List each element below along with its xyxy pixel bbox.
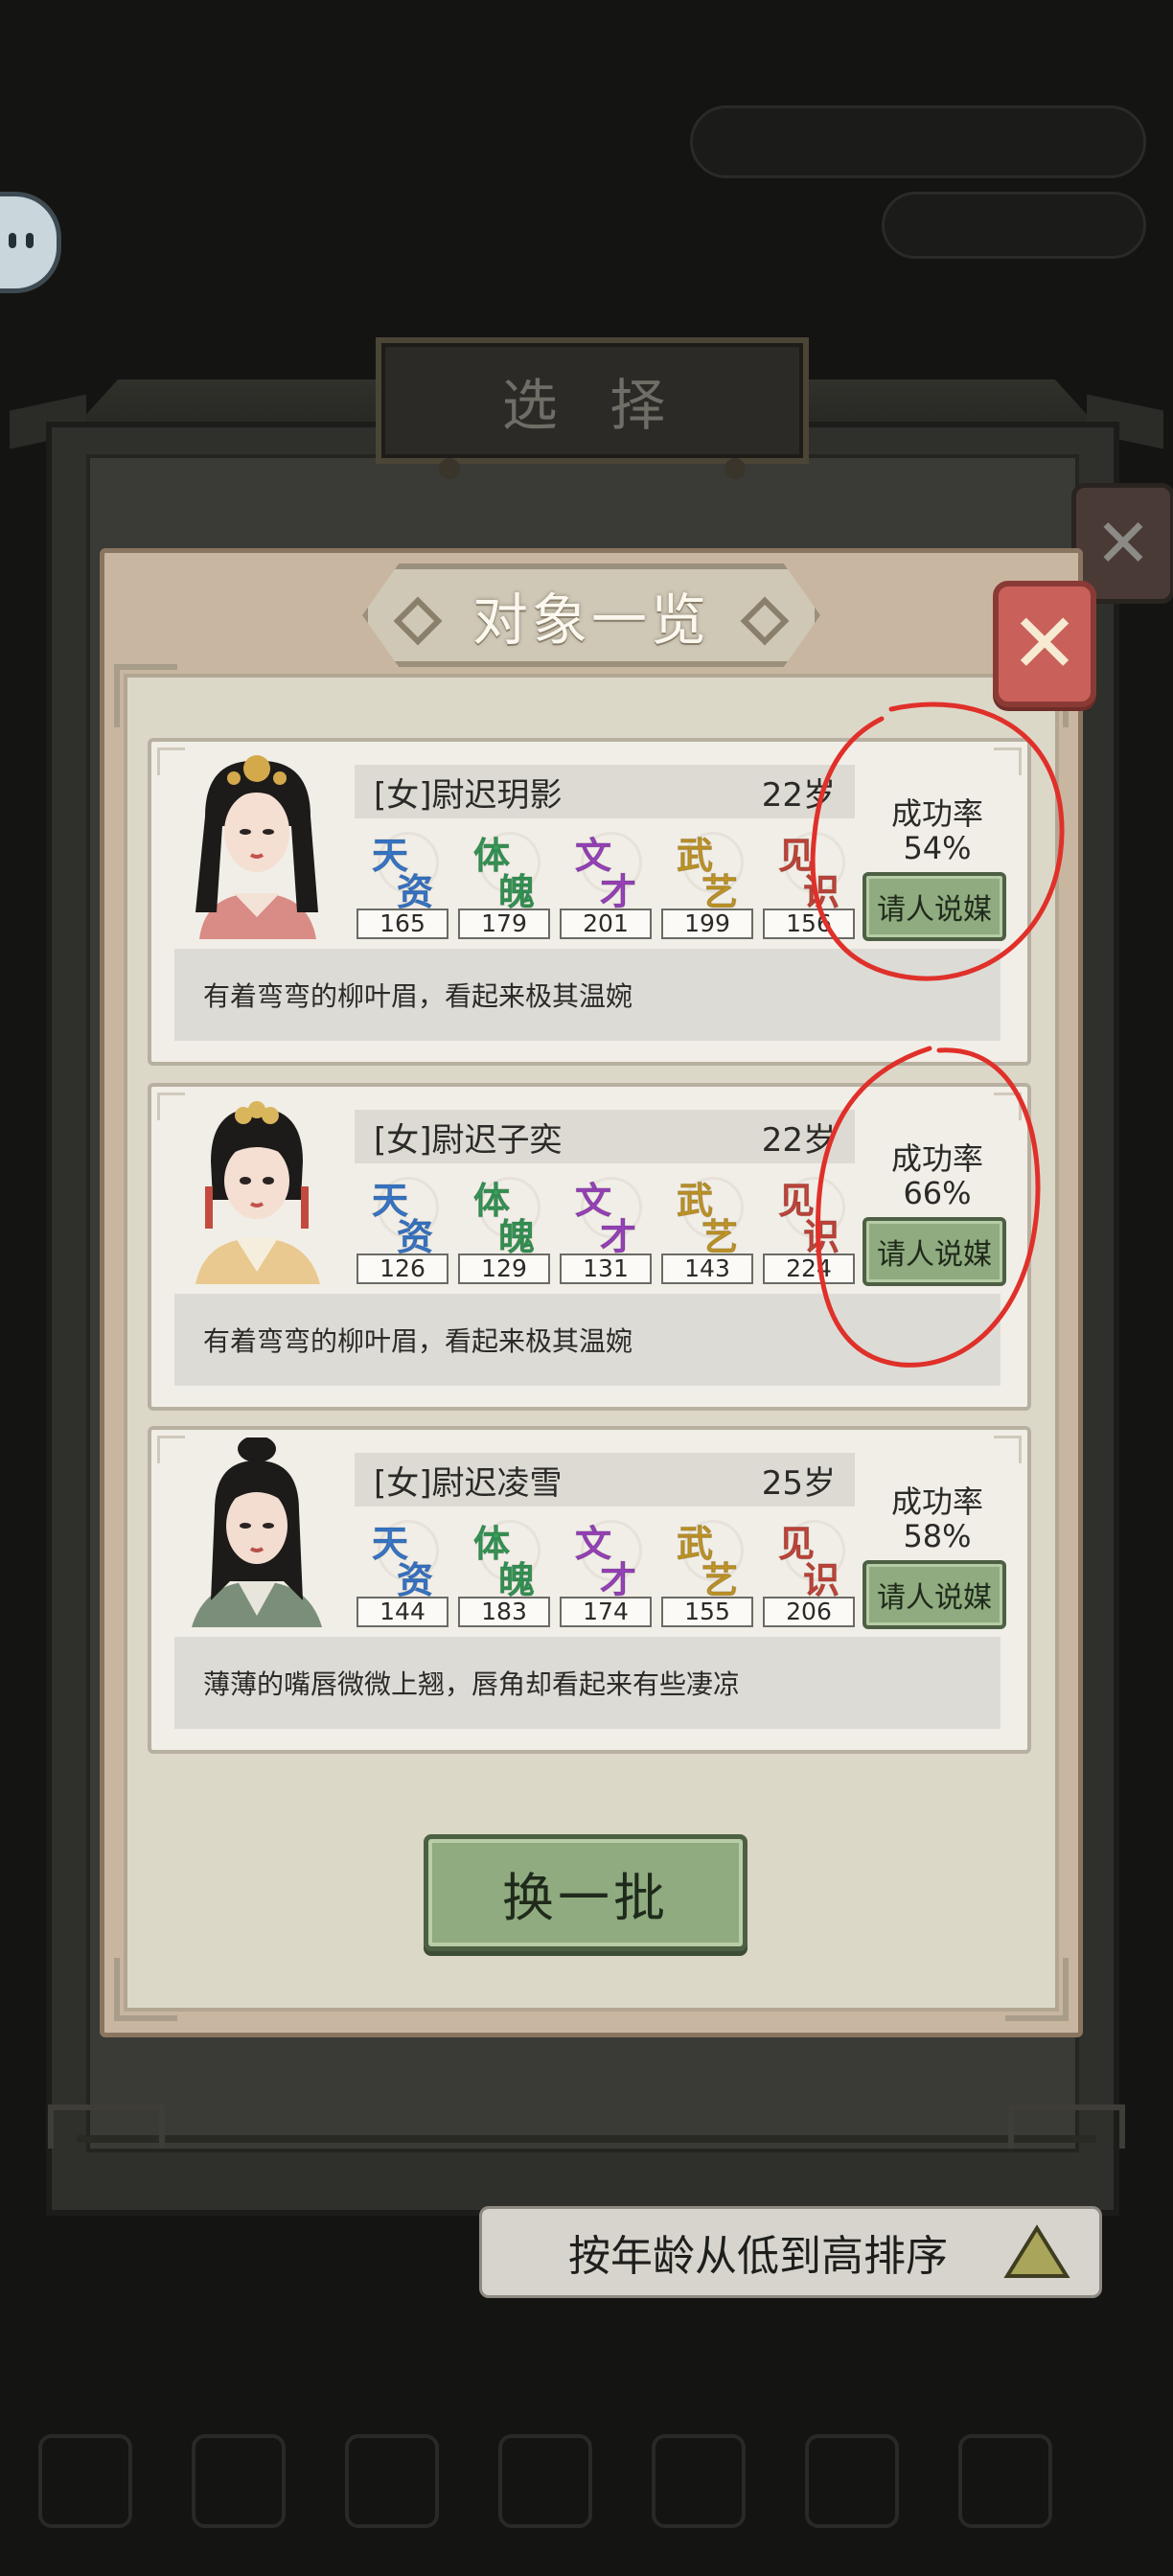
stat-insight: 见识 206 (761, 1514, 855, 1627)
stat-literacy: 文才 131 (558, 1171, 652, 1284)
portrait-1 (176, 749, 337, 939)
triangle-up-icon (1003, 2224, 1070, 2278)
success-rate-value: 58% (903, 1518, 972, 1554)
candidate-name-bar-2: [女]尉迟子奕 22岁 (355, 1110, 855, 1163)
portrait-2 (176, 1094, 337, 1284)
sort-label: 按年龄从低到高排序 (568, 2232, 948, 2281)
stat-insight: 见识 156 (761, 826, 855, 939)
panel-title: 选 择 (501, 373, 683, 438)
stats-row-3: 天资 144 体魄 183 文才 174 武艺 155 见识 206 (355, 1514, 855, 1627)
bg-avatar-icon (0, 192, 61, 293)
stat-martial: 武艺 155 (659, 1514, 753, 1627)
matchmaker-button-2[interactable]: 请人说媒 (862, 1217, 1006, 1286)
candidate-description: 有着弯弯的柳叶眉，看起来极其温婉 (174, 949, 1000, 1041)
candidate-age: 22岁 (761, 1120, 836, 1160)
panel-title-sign: 选 择 (376, 337, 809, 479)
candidate-card-2: [女]尉迟子奕 22岁 天资 126 体魄 129 文才 131 武艺 143 见识 22… (148, 1083, 1031, 1411)
bg-currency-pill-2 (882, 192, 1146, 259)
success-rate-value: 66% (903, 1175, 972, 1211)
stat-insight: 见识 224 (761, 1171, 855, 1284)
outer-bottom-frame (48, 2104, 1125, 2200)
candidate-name: [女]尉迟凌雪 (374, 1463, 563, 1503)
dialog-title-plate: 对象一览 (362, 564, 820, 667)
portrait-3 (176, 1438, 337, 1627)
stat-physique: 体魄 183 (456, 1514, 550, 1627)
matchmaker-button-3[interactable]: 请人说媒 (862, 1560, 1006, 1629)
success-rate-value: 54% (903, 830, 972, 866)
candidate-age: 25岁 (761, 1463, 836, 1503)
stat-talent: 天资 165 (355, 826, 448, 939)
candidate-name-bar-3: [女]尉迟凌雪 25岁 (355, 1453, 855, 1506)
stats-row-1: 天资 165 体魄 179 文才 201 武艺 199 见识 156 (355, 826, 855, 939)
stats-row-2: 天资 126 体魄 129 文才 131 武艺 143 见识 224 (355, 1171, 855, 1284)
dialog-title: 对象一览 (472, 587, 710, 653)
candidate-name-bar-1: [女]尉迟玥影 22岁 (355, 765, 855, 818)
stat-martial: 武艺 199 (659, 826, 753, 939)
stat-physique: 体魄 129 (456, 1171, 550, 1284)
matchmaker-button-1[interactable]: 请人说媒 (862, 872, 1006, 941)
sort-by-age-button[interactable]: 按年龄从低到高排序 (479, 2206, 1102, 2298)
close-icon: ✕ (1009, 596, 1080, 692)
stat-talent: 天资 144 (355, 1514, 448, 1627)
success-rate-label: 成功率 (890, 1484, 983, 1520)
bg-currency-pill-1 (690, 105, 1146, 178)
success-rate-label: 成功率 (890, 1140, 983, 1177)
success-rate-label: 成功率 (890, 795, 983, 832)
candidate-name: [女]尉迟子奕 (374, 1120, 563, 1160)
candidate-description: 薄薄的嘴唇微微上翘，唇角却看起来有些凄凉 (174, 1637, 1000, 1729)
close-button[interactable]: ✕ (993, 581, 1096, 707)
refresh-batch-button[interactable]: 换一批 (424, 1834, 748, 1951)
stat-talent: 天资 126 (355, 1171, 448, 1284)
bg-bottom-tab-bar (0, 2425, 1173, 2568)
candidate-description: 有着弯弯的柳叶眉，看起来极其温婉 (174, 1294, 1000, 1386)
stat-martial: 武艺 143 (659, 1171, 753, 1284)
stat-literacy: 文才 201 (558, 826, 652, 939)
stat-literacy: 文才 174 (558, 1514, 652, 1627)
candidate-age: 22岁 (761, 775, 836, 815)
candidate-name: [女]尉迟玥影 (374, 775, 563, 815)
candidate-card-1: [女]尉迟玥影 22岁 天资 165 体魄 179 文才 201 武艺 199 见识 15… (148, 738, 1031, 1066)
stat-physique: 体魄 179 (456, 826, 550, 939)
candidate-card-3: [女]尉迟凌雪 25岁 天资 144 体魄 183 文才 174 武艺 155 见识 20… (148, 1426, 1031, 1754)
